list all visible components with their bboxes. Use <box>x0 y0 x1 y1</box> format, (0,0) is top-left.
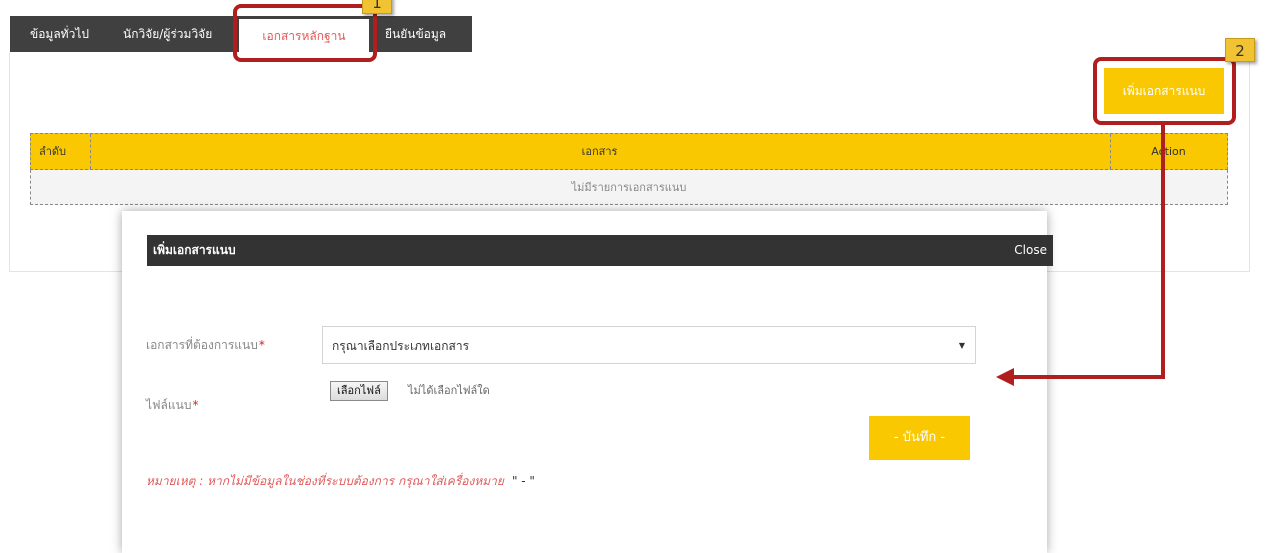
document-type-selected-value: กรุณาเลือกประเภทเอกสาร <box>332 339 470 353</box>
table-header-row: ลำดับ เอกสาร Action <box>30 133 1228 170</box>
note-text: หมายเหตุ : หากไม่มีข้อมูลในช่องที่ระบบต้… <box>146 474 535 488</box>
choose-file-button[interactable]: เลือกไฟล์ <box>330 381 388 401</box>
tab-researchers[interactable]: นักวิจัย/ผู้ร่วมวิจัย <box>123 16 212 53</box>
column-header-action: Action <box>1151 145 1186 158</box>
file-selection-status: ไม่ได้เลือกไฟล์ใด <box>408 384 490 397</box>
column-header-document: เอกสาร <box>581 145 618 158</box>
annotation-highlight-tab <box>233 4 377 62</box>
annotation-connector-line <box>1161 211 1165 379</box>
required-mark: * <box>258 338 265 352</box>
add-attachment-modal: เพิ่มเอกสารแนบ Close <box>122 211 1053 553</box>
empty-table-message: ไม่มีรายการเอกสารแนบ <box>571 181 687 194</box>
tab-confirm-info[interactable]: ยืนยันข้อมูล <box>385 16 446 53</box>
modal-close-button[interactable]: Close <box>1014 235 1047 266</box>
tab-general-info[interactable]: ข้อมูลทั่วไป <box>30 16 89 53</box>
modal-title: เพิ่มเอกสารแนบ <box>153 243 236 257</box>
table-row: ไม่มีรายการเอกสารแนบ <box>30 170 1228 205</box>
save-button[interactable]: - บันทึก - <box>869 416 970 460</box>
note-marks: " - " <box>511 474 535 488</box>
annotation-highlight-add-button <box>1093 57 1236 125</box>
attachment-file-label: ไฟล์แนบ* <box>146 398 199 412</box>
document-type-label: เอกสารที่ต้องการแนบ* <box>146 338 265 352</box>
required-mark: * <box>192 398 199 412</box>
document-type-select[interactable]: กรุณาเลือกประเภทเอกสาร ▼ <box>322 326 976 364</box>
annotation-connector-line <box>1012 375 1165 379</box>
annotation-badge-1: 1 <box>362 0 392 14</box>
annotation-badge-2: 2 <box>1225 38 1255 62</box>
arrow-left-icon <box>996 368 1014 386</box>
modal-header: เพิ่มเอกสารแนบ Close <box>147 235 1053 266</box>
attachments-table: ลำดับ เอกสาร Action ไม่มีรายการเอกสารแนบ <box>30 133 1228 205</box>
chevron-down-icon: ▼ <box>958 341 965 350</box>
column-header-order: ลำดับ <box>39 145 67 158</box>
